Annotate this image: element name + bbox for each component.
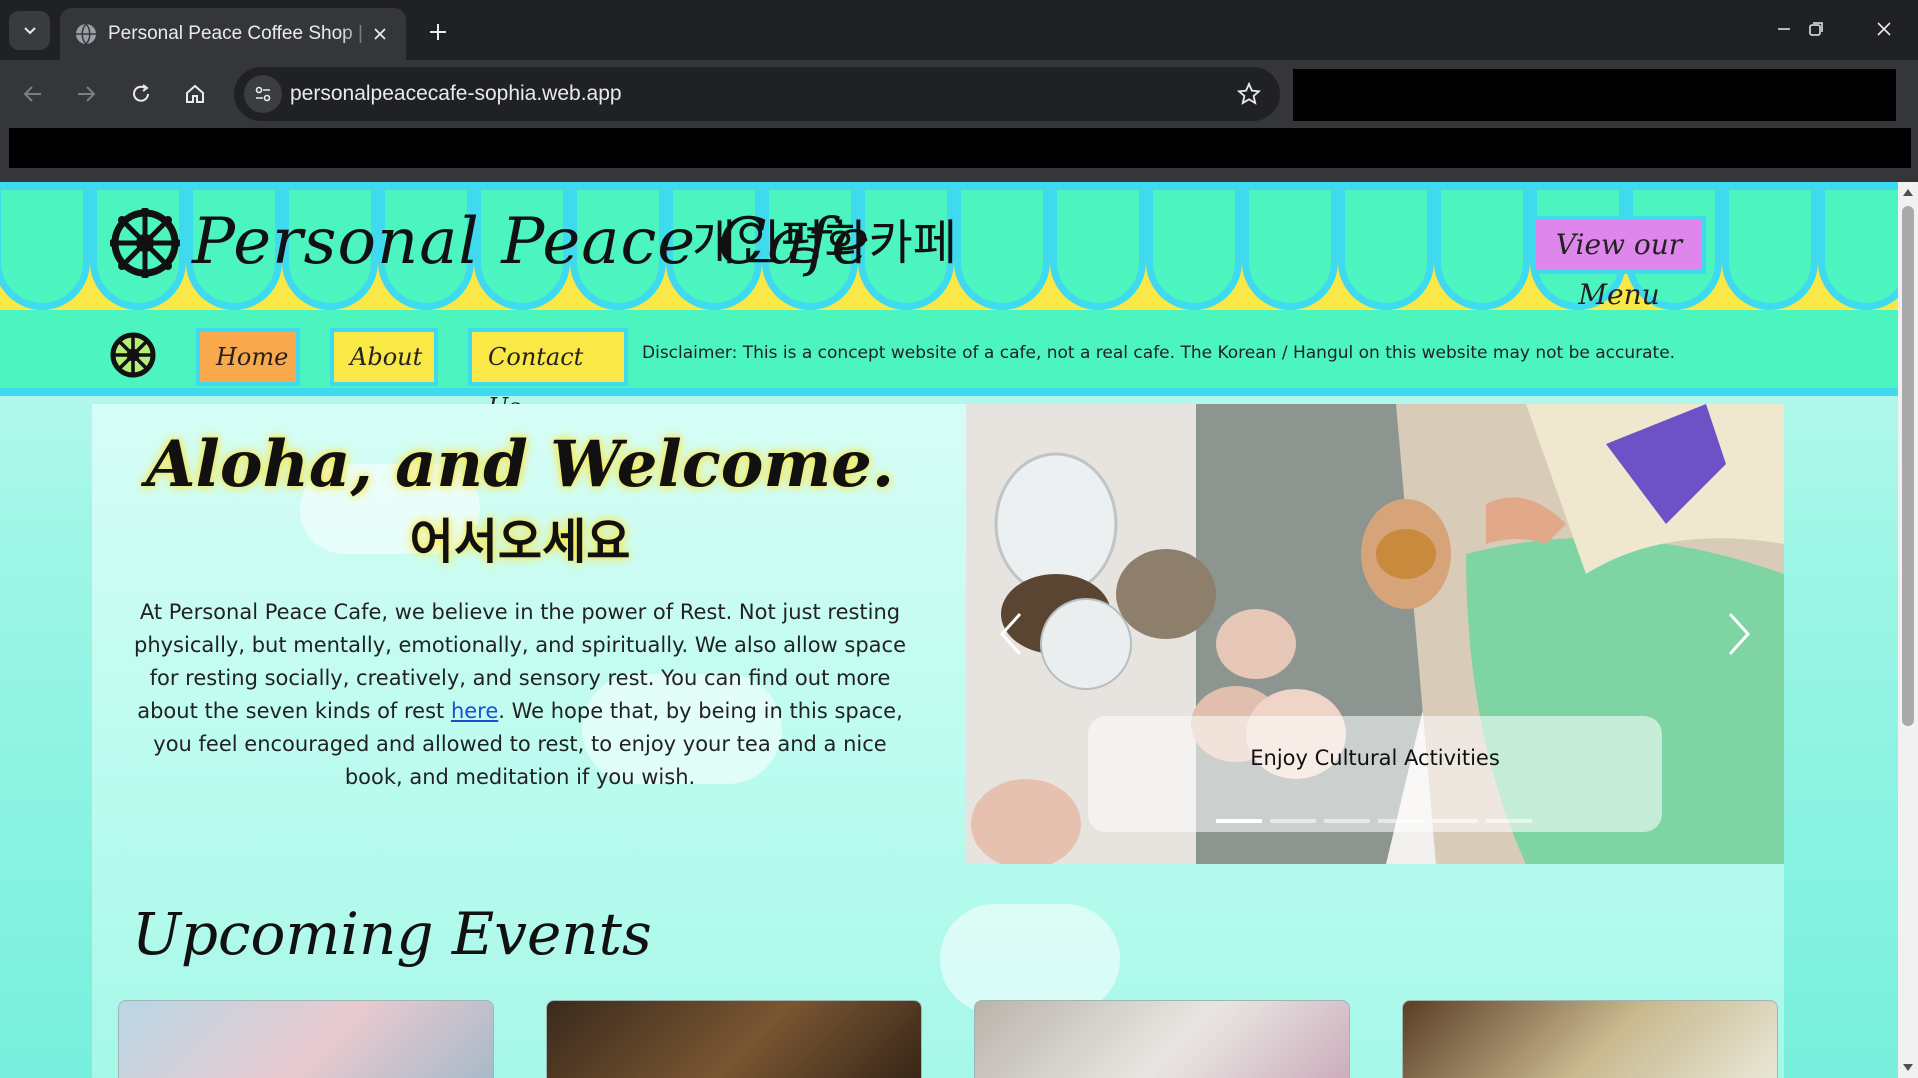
address-bar[interactable]: personalpeacecafe-sophia.web.app — [234, 67, 1280, 121]
welcome-heading: Aloha, and Welcome. — [145, 427, 895, 502]
globe-icon — [76, 23, 96, 46]
carousel-caption: Enjoy Cultural Activities — [1088, 716, 1662, 832]
main-content: Aloha, and Welcome. 어서오세요 At Personal Pe… — [92, 404, 1784, 1078]
nav-contact-link[interactable]: Contact Us — [468, 328, 628, 421]
event-card[interactable] — [974, 1000, 1350, 1078]
carousel-indicator[interactable] — [1432, 819, 1478, 823]
bookmarks-bar — [0, 128, 1918, 182]
site-title-korean: 개인평화카페 — [692, 215, 957, 271]
browser-toolbar: personalpeacecafe-sophia.web.app — [0, 60, 1918, 128]
tab-search-button[interactable] — [9, 11, 50, 50]
redacted-region — [1293, 69, 1896, 121]
tune-icon — [255, 86, 271, 102]
star-icon — [1237, 82, 1261, 105]
image-carousel[interactable]: Enjoy Cultural Activities — [966, 404, 1784, 864]
arrow-left-icon — [23, 86, 41, 102]
site-info-button[interactable] — [244, 75, 282, 113]
seven-kinds-of-rest-link[interactable]: here — [451, 699, 498, 723]
triangle-down-icon — [1903, 1064, 1913, 1071]
scroll-down-button[interactable] — [1898, 1058, 1918, 1078]
carousel-indicator[interactable] — [1486, 819, 1532, 823]
chevron-down-icon — [23, 26, 36, 34]
arrow-right-icon — [78, 86, 96, 102]
carousel-caption-text: Enjoy Cultural Activities — [1250, 746, 1500, 770]
welcome-heading-korean: 어서오세요 — [409, 514, 631, 570]
carousel-indicator[interactable] — [1270, 819, 1316, 823]
home-icon — [186, 84, 204, 103]
event-card[interactable] — [546, 1000, 922, 1078]
carousel-indicator[interactable] — [1216, 819, 1262, 823]
triangle-up-icon — [1903, 189, 1913, 196]
carousel-next-button[interactable] — [1714, 604, 1764, 664]
close-icon — [374, 28, 386, 40]
forward-button[interactable] — [66, 74, 106, 114]
browser-tab-bar: Personal Peace Coffee Shop | Sc — [0, 0, 1918, 60]
page-viewport: Personal Peace Cafe 개인평화카페 View our Menu… — [0, 182, 1898, 1078]
scrollbar-thumb[interactable] — [1902, 206, 1914, 726]
close-icon — [1877, 22, 1891, 36]
page-scrollbar[interactable] — [1898, 182, 1918, 1078]
carousel-prev-button[interactable] — [986, 604, 1036, 664]
event-card[interactable] — [118, 1000, 494, 1078]
nav-about-link[interactable]: About — [330, 328, 438, 386]
awning-top-trim — [0, 182, 1898, 190]
dharma-wheel-icon — [110, 332, 156, 378]
chevron-left-icon — [999, 612, 1022, 656]
cloud-decoration — [940, 904, 1120, 1014]
intro-paragraph: At Personal Peace Cafe, we believe in th… — [122, 596, 918, 794]
new-tab-button[interactable] — [420, 14, 456, 50]
chevron-right-icon — [1728, 612, 1751, 656]
redacted-region — [9, 128, 1911, 168]
browser-tab[interactable]: Personal Peace Coffee Shop | Sc — [60, 8, 406, 60]
carousel-indicators — [1216, 819, 1532, 823]
upcoming-events-heading: Upcoming Events — [132, 900, 652, 968]
tab-title: Personal Peace Coffee Shop | Sc — [108, 23, 370, 44]
scroll-up-button[interactable] — [1898, 182, 1918, 202]
back-button[interactable] — [13, 74, 53, 114]
plus-icon — [430, 24, 446, 40]
main-navbar: Home About Contact Us Disclaimer: This i… — [0, 310, 1898, 421]
restore-icon — [1809, 22, 1823, 36]
tab-close-button[interactable] — [368, 22, 392, 46]
view-menu-button[interactable]: View our Menu — [1532, 216, 1706, 310]
carousel-indicator[interactable] — [1378, 819, 1424, 823]
disclaimer-text: Disclaimer: This is a concept website of… — [642, 343, 1676, 363]
bookmark-star-button[interactable] — [1232, 77, 1266, 111]
dharma-wheel-logo-icon — [110, 208, 180, 278]
close-window-button[interactable] — [1860, 8, 1908, 50]
event-card[interactable] — [1402, 1000, 1778, 1078]
home-button[interactable] — [175, 74, 215, 114]
carousel-indicator[interactable] — [1324, 819, 1370, 823]
url-text[interactable]: personalpeacecafe-sophia.web.app — [290, 67, 622, 121]
restore-button[interactable] — [1792, 8, 1840, 50]
minimize-icon — [1778, 28, 1790, 30]
reload-button[interactable] — [121, 74, 161, 114]
reload-icon — [133, 84, 149, 102]
nav-home-link[interactable]: Home — [196, 328, 300, 386]
header-awning: Personal Peace Cafe 개인평화카페 View our Menu — [0, 182, 1898, 310]
